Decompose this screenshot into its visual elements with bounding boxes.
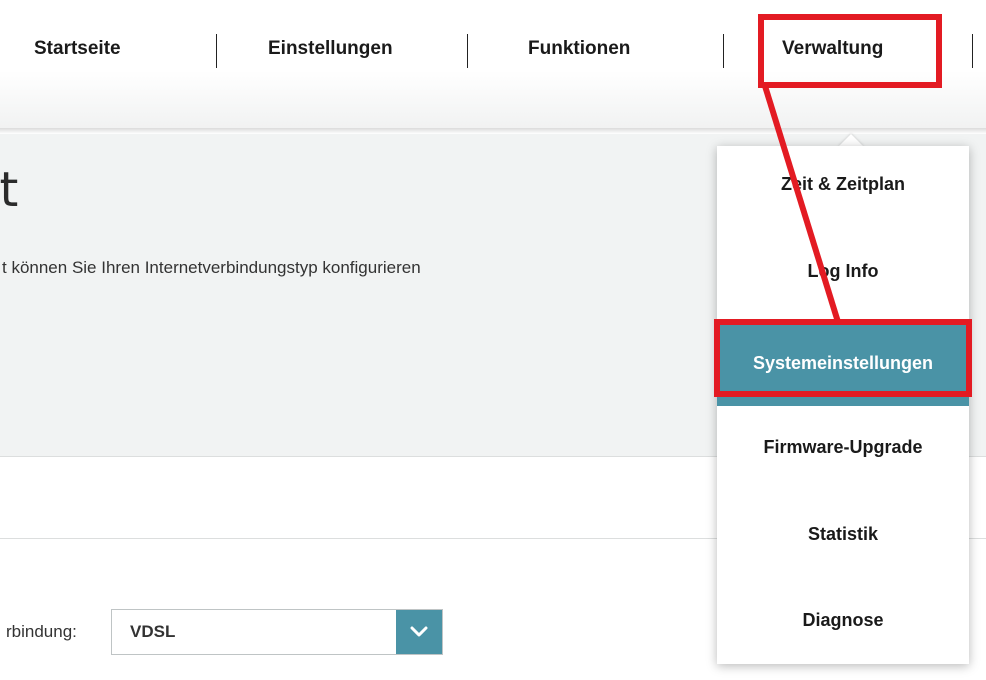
menu-item-statistik[interactable]: Statistik bbox=[717, 524, 969, 545]
chevron-down-icon bbox=[410, 626, 428, 637]
nav-separator bbox=[972, 34, 973, 68]
select-arrow-button[interactable] bbox=[396, 610, 442, 654]
nav-item-einstellungen[interactable]: Einstellungen bbox=[268, 38, 393, 60]
bottom-link-fragment[interactable] bbox=[705, 670, 965, 680]
menu-item-log-info[interactable]: Log Info bbox=[717, 261, 969, 282]
menu-item-diagnose[interactable]: Diagnose bbox=[717, 610, 969, 631]
top-navigation: Startseite Einstellungen Funktionen Verw… bbox=[0, 0, 986, 134]
connection-type-value: VDSL bbox=[130, 622, 176, 641]
connection-type-label: rbindung: bbox=[6, 622, 77, 641]
menu-item-systemeinstellungen[interactable]: Systemeinstellungen bbox=[717, 320, 969, 406]
nav-separator bbox=[723, 34, 724, 68]
nav-item-startseite[interactable]: Startseite bbox=[34, 38, 121, 60]
page-title: et bbox=[0, 162, 19, 218]
page-description: t können Sie Ihren Internetverbindungsty… bbox=[2, 258, 421, 277]
verwaltung-dropdown-menu: Zeit & Zeitplan Log Info Systemeinstellu… bbox=[717, 146, 969, 664]
connection-type-select[interactable]: VDSL bbox=[111, 609, 443, 655]
nav-separator bbox=[216, 34, 217, 68]
menu-item-zeit-zeitplan[interactable]: Zeit & Zeitplan bbox=[717, 174, 969, 195]
nav-item-verwaltung[interactable]: Verwaltung bbox=[782, 38, 883, 60]
menu-item-firmware-upgrade[interactable]: Firmware-Upgrade bbox=[717, 437, 969, 458]
nav-separator bbox=[467, 34, 468, 68]
nav-item-funktionen[interactable]: Funktionen bbox=[528, 38, 630, 60]
